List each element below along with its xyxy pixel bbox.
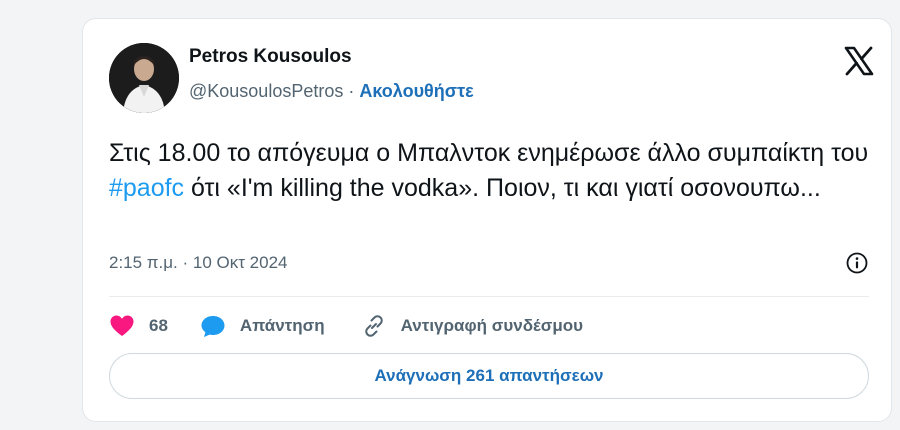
tweet-text: Στις 18.00 το απόγευμα ο Μπαλντοκ ενημέρ… [109,136,869,206]
follow-link[interactable]: Ακολουθήστε [359,81,473,101]
info-icon[interactable] [845,251,869,275]
hashtag-link[interactable]: #paofc [109,174,184,202]
tweet-card: Petros Kousoulos @KousoulosPetros · Ακολ… [82,18,892,422]
read-replies-button[interactable]: Ανάγνωση 261 απαντήσεων [109,353,869,399]
divider [109,296,869,297]
x-logo-icon[interactable] [843,45,875,77]
link-icon [361,313,387,339]
tweet-actions: 68 Απάντηση Αντιγραφή συνδέσμου [109,311,583,341]
copy-link-button[interactable]: Αντιγραφή συνδέσμου [361,313,583,339]
like-count: 68 [149,316,168,335]
tweet-timestamp[interactable]: 2:15 π.μ. · 10 Οκτ 2024 [109,253,288,273]
tweet-text-after: ότι «I'm killing the vodka». Ποιον, τι κ… [184,174,821,202]
handle-separator: · [343,81,360,101]
author-handle[interactable]: @KousoulosPetros [189,81,343,101]
author-handle-line: @KousoulosPetros · Ακολουθήστε [189,81,474,102]
reply-bubble-icon [200,314,226,338]
copy-link-label: Αντιγραφή συνδέσμου [400,316,584,335]
like-button[interactable]: 68 [109,314,200,338]
avatar[interactable] [109,43,179,113]
tweet-text-before: Στις 18.00 το απόγευμα ο Μπαλντοκ ενημέρ… [109,139,869,167]
author-name[interactable]: Petros Kousoulos [189,46,352,68]
reply-label: Απάντηση [239,316,325,335]
heart-icon [109,314,135,338]
reply-button[interactable]: Απάντηση [200,314,361,338]
